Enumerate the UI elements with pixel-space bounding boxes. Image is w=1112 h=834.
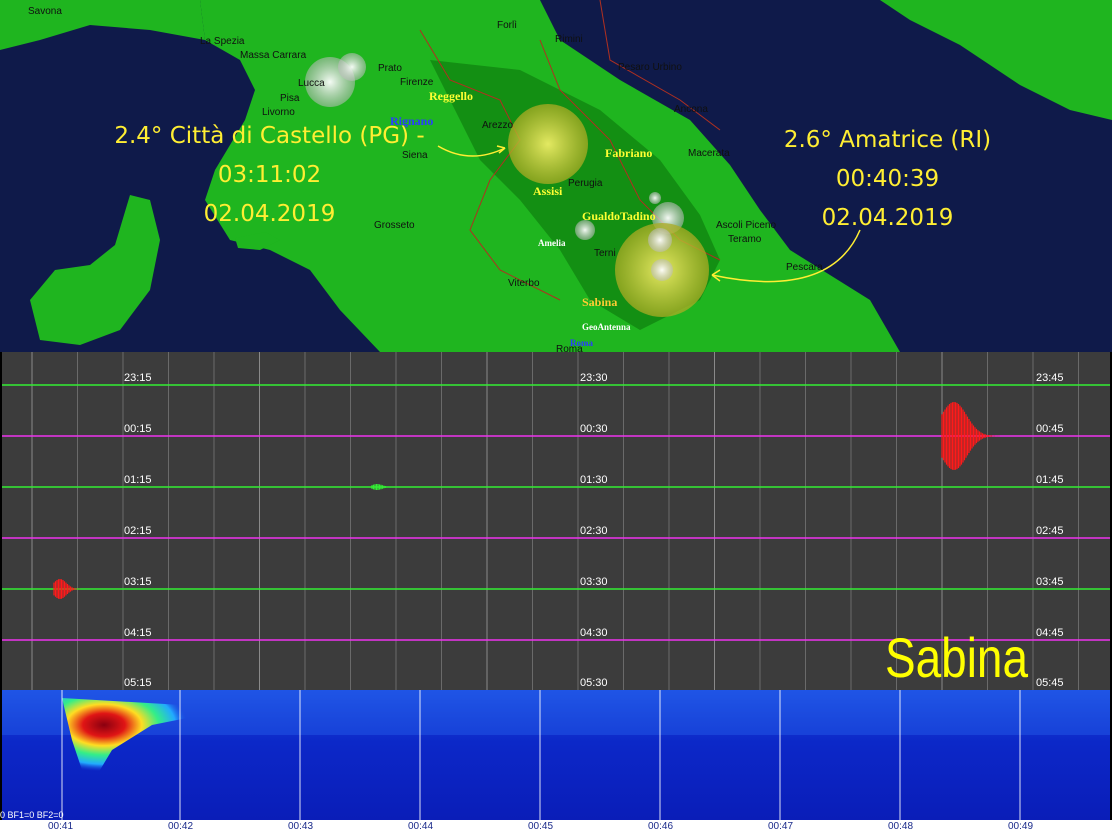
city-label: Viterbo [508, 278, 540, 289]
axis-tick-label: 00:44 [408, 821, 434, 832]
seismic-map: Savona La Spezia Massa Carrara Lucca Pra… [0, 0, 1112, 352]
trace-burst [371, 484, 397, 490]
city-label: Savona [28, 6, 62, 17]
city-label: Massa Carrara [240, 50, 307, 61]
time-label-right: 00:45 [1036, 423, 1064, 435]
time-label-mid: 01:30 [580, 474, 608, 486]
city-label: Forlì [497, 20, 517, 31]
quake-castello-time: 03:11:02 [217, 162, 322, 188]
region-label-sabina: Sabina [582, 295, 618, 309]
region-label-amelia: Amelia [538, 238, 566, 248]
time-label-left: 03:15 [124, 576, 152, 588]
city-label: Rimini [555, 34, 583, 45]
quake-circle-lucca [338, 53, 366, 81]
city-label: Pescara [786, 262, 823, 273]
city-label: Teramo [728, 234, 762, 245]
city-label: Lucca [298, 78, 325, 89]
region-label-fabriano: Fabriano [605, 146, 653, 160]
city-label: Pisa [280, 93, 300, 104]
city-label: Ancona [674, 104, 708, 115]
croatia-islands [880, 0, 1112, 120]
time-label-mid: 04:30 [580, 627, 608, 639]
quake-amatrice-title: 2.6° Amatrice (RI) [783, 127, 992, 153]
region-label-reggello: Reggello [429, 89, 473, 103]
quake-castello-date: 02.04.2019 [203, 201, 336, 227]
city-label: La Spezia [200, 36, 245, 47]
time-label-left: 00:15 [124, 423, 152, 435]
axis-tick-label: 00:48 [888, 821, 914, 832]
time-label-right: 05:45 [1036, 677, 1064, 689]
quake-circle-gualdo1 [649, 192, 661, 204]
time-label-mid: 00:30 [580, 423, 608, 435]
time-label-mid: 23:30 [580, 372, 608, 384]
axis-tick-label: 00:41 [48, 821, 74, 832]
time-axis: 00:41 00:42 00:43 00:44 00:45 00:46 00:4… [0, 820, 1112, 834]
region-label-geoantenna: GeoAntenna [582, 322, 631, 332]
city-label: Prato [378, 63, 402, 74]
axis-tick-label: 00:46 [648, 821, 674, 832]
quake-amatrice-date: 02.04.2019 [821, 205, 954, 231]
axis-tick-label: 00:49 [1008, 821, 1034, 832]
filter-status: 0 BF1=0 BF2=0 [0, 810, 64, 820]
time-label-right: 03:45 [1036, 576, 1064, 588]
time-label-right: 23:45 [1036, 372, 1064, 384]
axis-tick-label: 00:43 [288, 821, 314, 832]
region-label-assisi: Assisi [533, 184, 563, 198]
city-label: Perugia [568, 178, 603, 189]
axis-tick-label: 00:45 [528, 821, 554, 832]
time-label-left: 04:15 [124, 627, 152, 639]
time-label-left: 05:15 [124, 677, 152, 689]
region-label-roma: Roma [570, 338, 593, 348]
time-label-mid: 03:30 [580, 576, 608, 588]
time-label-left: 23:15 [124, 372, 152, 384]
region-label-gualdo: GualdoTadino [582, 209, 656, 223]
quake-label-amatrice: 2.6° Amatrice (RI) 00:40:39 02.04.2019 [765, 121, 1010, 238]
axis-tick-label: 00:42 [168, 821, 194, 832]
city-label: Arezzo [482, 120, 514, 131]
quake-castello-title: 2.4° Città di Castello (PG) - [114, 123, 425, 149]
quake-circle-castello [508, 104, 588, 184]
axis-tick-label: 00:47 [768, 821, 794, 832]
station-name: Sabina [885, 626, 1028, 689]
time-label-mid: 05:30 [580, 677, 608, 689]
quake-amatrice-time: 00:40:39 [835, 166, 940, 192]
city-label: Macerata [688, 148, 730, 159]
city-label: Firenze [400, 77, 434, 88]
quake-label-castello: 2.4° Città di Castello (PG) - 03:11:02 0… [97, 117, 442, 234]
city-label: Pesaro Urbino [618, 62, 682, 73]
quake-circle-sabina1 [648, 228, 672, 252]
time-label-left: 02:15 [124, 525, 152, 537]
time-label-right: 02:45 [1036, 525, 1064, 537]
city-label: Terni [594, 248, 616, 259]
spectrogram-panel [2, 690, 1110, 820]
time-label-mid: 02:30 [580, 525, 608, 537]
time-label-right: 04:45 [1036, 627, 1064, 639]
spectrogram-graphic [2, 690, 1110, 820]
quake-circle-amatrice-center [651, 259, 673, 281]
time-label-right: 01:45 [1036, 474, 1064, 486]
time-label-left: 01:15 [124, 474, 152, 486]
